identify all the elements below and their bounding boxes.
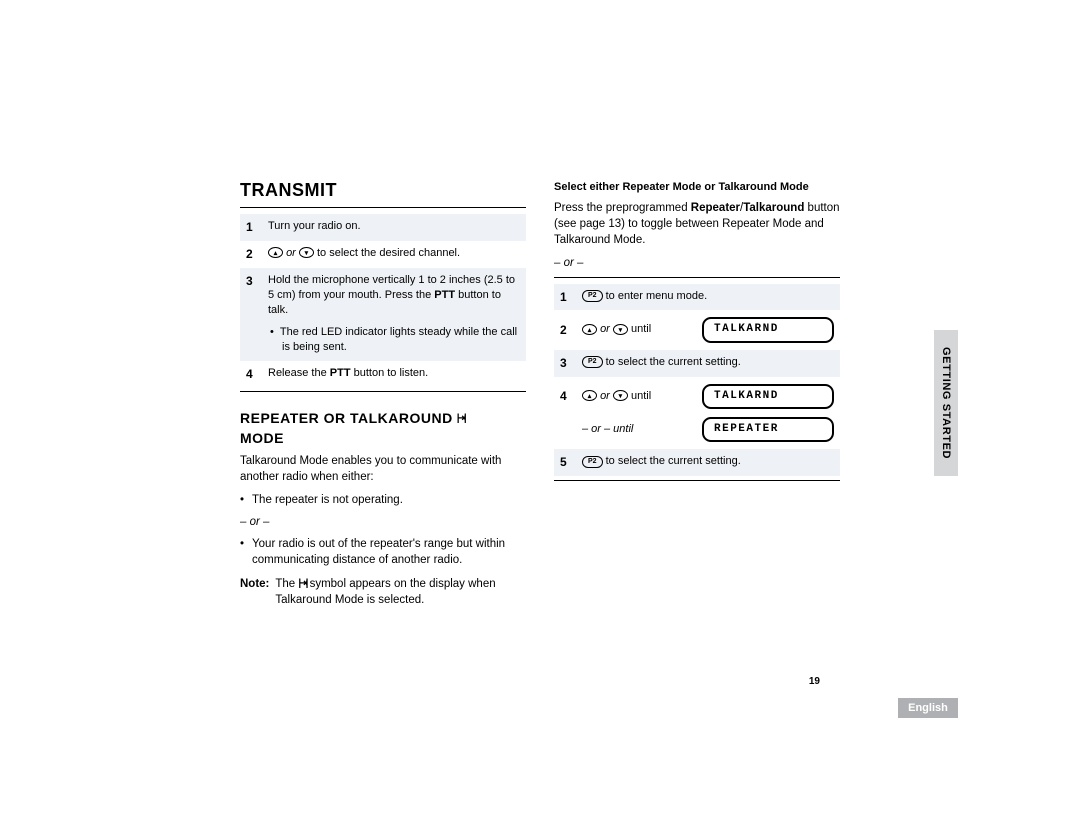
up-arrow-icon: ▴ bbox=[268, 247, 283, 258]
lcd-display: REPEATER bbox=[702, 417, 834, 442]
p2-button-icon: P2 bbox=[582, 356, 603, 368]
p2-button-icon: P2 bbox=[582, 456, 603, 468]
or-text: or bbox=[286, 247, 299, 259]
down-arrow-icon: ▾ bbox=[613, 390, 628, 401]
step-text: Turn your radio on. bbox=[268, 219, 520, 234]
rule bbox=[554, 480, 840, 481]
lcd-display: TALKARND bbox=[702, 384, 834, 409]
step-row: 2 ▴ or ▾ until TALKARND bbox=[554, 310, 840, 349]
left-column: TRANSMIT 1 Turn your radio on. 2 ▴ or ▾ … bbox=[240, 180, 526, 608]
step-row: 1 Turn your radio on. bbox=[240, 214, 526, 241]
language-tab: English bbox=[898, 698, 958, 718]
step-number: 1 bbox=[246, 219, 258, 236]
sub-heading: Select either Repeater Mode or Talkaroun… bbox=[554, 180, 840, 194]
step-text: ▴ or ▾ until bbox=[582, 389, 694, 404]
down-arrow-icon: ▾ bbox=[299, 247, 314, 258]
step-row: 1 P2 to enter menu mode. bbox=[554, 284, 840, 311]
intro-text: Talkaround Mode enables you to communica… bbox=[240, 453, 526, 485]
section-tab: GETTING STARTED bbox=[934, 330, 958, 476]
up-arrow-icon: ▴ bbox=[582, 324, 597, 335]
page-number: 19 bbox=[809, 676, 820, 687]
step-number: 4 bbox=[560, 388, 572, 405]
note-label: Note: bbox=[240, 576, 269, 608]
step-number: 5 bbox=[560, 454, 572, 471]
lcd-display: TALKARND bbox=[702, 317, 834, 342]
note-block: Note: The |⇥| symbol appears on the disp… bbox=[240, 576, 526, 608]
or-separator: – or – bbox=[554, 255, 840, 271]
rule bbox=[554, 277, 840, 278]
step-row-group: 4 ▴ or ▾ until TALKARND – or – until bbox=[554, 377, 840, 450]
nested-bullet: The red LED indicator lights steady whil… bbox=[268, 325, 520, 356]
transmit-steps: 1 Turn your radio on. 2 ▴ or ▾ to select… bbox=[240, 214, 526, 387]
bullet-item: Your radio is out of the repeater's rang… bbox=[240, 536, 526, 568]
down-arrow-icon: ▾ bbox=[613, 324, 628, 335]
step-text: Hold the microphone vertically 1 to 2 in… bbox=[268, 273, 520, 356]
step-number: 2 bbox=[246, 246, 258, 263]
rule bbox=[240, 207, 526, 208]
step-number: 3 bbox=[560, 355, 572, 372]
step-text: P2 to select the current setting. bbox=[582, 454, 834, 469]
or-separator: – or – bbox=[240, 514, 526, 530]
note-text: The |⇥| symbol appears on the display wh… bbox=[275, 576, 526, 608]
step-text: P2 to enter menu mode. bbox=[582, 289, 834, 304]
step-row: 3 P2 to select the current setting. bbox=[554, 350, 840, 377]
step-row-or: – or – until REPEATER bbox=[554, 413, 840, 449]
step-number: 3 bbox=[246, 273, 258, 290]
step-text-tail: to select the desired channel. bbox=[317, 247, 460, 259]
step-row: 2 ▴ or ▾ to select the desired channel. bbox=[240, 241, 526, 268]
step-row: 5 P2 to select the current setting. bbox=[554, 449, 840, 476]
step-number: 1 bbox=[560, 289, 572, 306]
right-column: Select either Repeater Mode or Talkaroun… bbox=[554, 180, 840, 608]
talkaround-icon: |⇥| bbox=[457, 413, 465, 426]
paragraph: Press the preprogrammed Repeater/Talkaro… bbox=[554, 200, 840, 248]
step-row: 3 Hold the microphone vertically 1 to 2 … bbox=[240, 268, 526, 361]
page-content: TRANSMIT 1 Turn your radio on. 2 ▴ or ▾ … bbox=[240, 180, 840, 608]
p2-button-icon: P2 bbox=[582, 290, 603, 302]
heading-repeater: REPEATER OR TALKAROUND |⇥| bbox=[240, 410, 526, 428]
step-row: 4 ▴ or ▾ until TALKARND bbox=[554, 377, 840, 413]
up-arrow-icon: ▴ bbox=[582, 390, 597, 401]
step-text: ▴ or ▾ until bbox=[582, 322, 694, 337]
step-text: Release the PTT button to listen. bbox=[268, 366, 520, 381]
rule bbox=[240, 391, 526, 392]
bullet-item: The repeater is not operating. bbox=[240, 492, 526, 508]
step-text: ▴ or ▾ to select the desired channel. bbox=[268, 246, 520, 261]
step-row: 4 Release the PTT button to listen. bbox=[240, 361, 526, 388]
heading-repeater-line2: MODE bbox=[240, 430, 526, 448]
heading-transmit: TRANSMIT bbox=[240, 180, 526, 201]
step-text: P2 to select the current setting. bbox=[582, 355, 834, 370]
step-number: 2 bbox=[560, 322, 572, 339]
mode-steps: 1 P2 to enter menu mode. 2 ▴ or ▾ until … bbox=[554, 284, 840, 477]
step-number: 4 bbox=[246, 366, 258, 383]
or-until-text: – or – until bbox=[582, 422, 694, 437]
